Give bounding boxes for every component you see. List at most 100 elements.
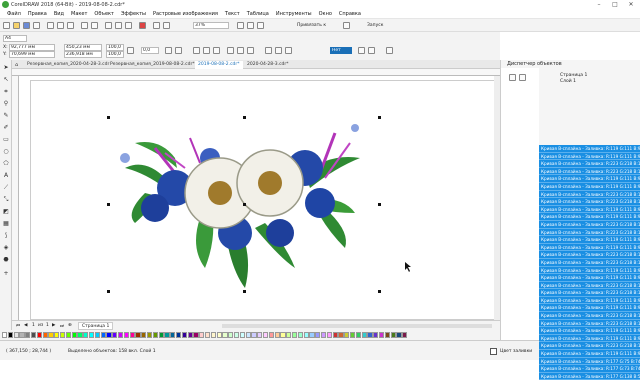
snap-to-dropdown[interactable]: Привязать к (297, 23, 326, 28)
menu-item-10[interactable]: Окно (319, 11, 332, 17)
bring-forward-icon[interactable] (358, 47, 365, 54)
tab-backup-2019-08-08-2[interactable]: Резервная_копия_2019-08-08-2.cdr* (107, 61, 198, 69)
page-tab-1[interactable]: Страница 1 (78, 322, 114, 330)
text-tool-icon[interactable]: A (2, 172, 10, 180)
publish-pdf-icon[interactable] (139, 22, 146, 29)
color-swatch[interactable] (384, 332, 390, 338)
color-swatch[interactable] (147, 332, 153, 338)
object-list-item[interactable]: Кривая В-сплайна - Заливка: R:119 G:111 … (539, 304, 640, 313)
color-swatch[interactable] (94, 332, 100, 338)
color-swatch[interactable] (210, 332, 216, 338)
connector-tool-icon[interactable]: ⤡ (2, 196, 10, 204)
color-swatch[interactable] (234, 332, 240, 338)
horizontal-scrollbar[interactable] (222, 324, 492, 328)
selection-handle-br[interactable] (378, 290, 381, 293)
selection-center-x[interactable] (243, 203, 246, 206)
color-swatch[interactable] (303, 332, 309, 338)
menu-item-1[interactable]: Правка (28, 11, 47, 17)
object-list-item[interactable]: Кривая В-сплайна - Заливка: R:119 G:111 … (539, 236, 640, 244)
color-swatch[interactable] (402, 332, 408, 338)
object-list-item[interactable]: Кривая В-сплайна - Заливка: R:223 G:218 … (539, 281, 640, 290)
color-swatch[interactable] (361, 332, 367, 338)
object-list-item[interactable]: Кривая В-сплайна - Заливка: R:119 G:111 … (539, 350, 640, 358)
tab-2020-04-28-3[interactable]: 2020-04-28-3.cdr* (244, 61, 292, 69)
intersect-icon[interactable] (247, 47, 254, 54)
color-swatch[interactable] (112, 332, 118, 338)
object-list-item[interactable]: Кривая В-сплайна - Заливка: R:177 G:73 B… (539, 365, 640, 373)
prev-page-icon[interactable]: ◀ (24, 323, 27, 328)
selection-handle-ml[interactable] (107, 203, 110, 206)
color-swatch[interactable] (164, 332, 170, 338)
group-icon[interactable] (193, 47, 200, 54)
layer-node[interactable]: Слой 1 (560, 79, 576, 84)
object-list-item[interactable]: Кривая В-сплайна - Заливка: R:119 G:111 … (539, 334, 640, 343)
zoom-tool-icon[interactable]: ⚲ (2, 100, 10, 108)
next-page-icon[interactable]: ▶ (52, 323, 55, 328)
shadow-tool-icon[interactable]: ◩ (2, 208, 10, 216)
color-swatch[interactable] (48, 332, 54, 338)
selection-handle-tl[interactable] (107, 116, 110, 119)
color-swatch[interactable] (60, 332, 66, 338)
add-page-icon[interactable]: ⊕ (68, 323, 72, 328)
artistic-media-tool-icon[interactable]: ✐ (2, 124, 10, 132)
rectangle-tool-icon[interactable]: ▭ (2, 136, 10, 144)
color-swatch[interactable] (350, 332, 356, 338)
object-list-item[interactable]: Кривая В-сплайна - Заливка: R:223 G:218 … (539, 289, 640, 297)
color-swatch[interactable] (158, 332, 164, 338)
object-list-item[interactable]: Кривая В-сплайна - Заливка: R:223 G:218 … (539, 190, 640, 199)
object-list-item[interactable]: Кривая В-сплайна - Заливка: R:119 G:111 … (539, 145, 640, 153)
add-tool-icon[interactable]: + (2, 270, 10, 278)
shape-tool-icon[interactable]: ↖ (2, 76, 10, 84)
new-document-icon[interactable] (3, 22, 10, 29)
export-icon[interactable] (125, 22, 132, 29)
order-back-icon[interactable] (285, 47, 292, 54)
object-list-item[interactable]: Кривая В-сплайна - Заливка: R:119 G:111 … (539, 266, 640, 275)
zoom-select[interactable]: 37% (193, 22, 229, 29)
save-icon[interactable] (23, 22, 30, 29)
color-swatch[interactable] (344, 332, 350, 338)
color-swatch[interactable] (129, 332, 135, 338)
y-position-field[interactable]: 70,699 мм (9, 51, 55, 58)
transparency-tool-icon[interactable]: ▦ (2, 220, 10, 228)
grid-icon[interactable] (257, 22, 264, 29)
outline-width-select[interactable]: Нет (330, 47, 352, 54)
color-swatch[interactable] (118, 332, 124, 338)
color-swatch[interactable] (355, 332, 361, 338)
object-list-item[interactable]: Кривая В-сплайна - Заливка: R:119 G:111 … (539, 243, 640, 252)
color-swatch[interactable] (390, 332, 396, 338)
last-page-icon[interactable]: ⏭ (60, 323, 64, 329)
freehand-tool-icon[interactable]: ✎ (2, 112, 10, 120)
first-page-icon[interactable]: ⏮ (16, 323, 20, 329)
rotation-field[interactable]: 0,0 (141, 47, 159, 54)
color-swatch[interactable] (286, 332, 292, 338)
object-list-item[interactable]: Кривая В-сплайна - Заливка: R:119 G:111 … (539, 152, 640, 161)
color-swatch[interactable] (7, 332, 13, 338)
tab-backup-2020-04-28-3[interactable]: Резервная_копия_2020-04-28-3.cdr (24, 61, 112, 69)
color-swatch[interactable] (25, 332, 31, 338)
smart-fill-tool-icon[interactable]: ⬣ (2, 256, 10, 264)
menu-item-2[interactable]: Вид (54, 11, 64, 17)
maximize-icon[interactable]: □ (608, 0, 622, 9)
color-swatch[interactable] (13, 332, 19, 338)
order-front-icon[interactable] (275, 47, 282, 54)
color-swatch[interactable] (280, 332, 286, 338)
menu-item-9[interactable]: Инструменты (276, 11, 312, 17)
color-swatch[interactable] (257, 332, 263, 338)
object-list-item[interactable]: Кривая В-сплайна - Заливка: R:177 G:138 … (539, 372, 640, 380)
color-swatch[interactable] (65, 332, 71, 338)
color-swatch[interactable] (373, 332, 379, 338)
rulers-icon[interactable] (247, 22, 254, 29)
redo-icon[interactable] (91, 22, 98, 29)
object-list-item[interactable]: Кривая В-сплайна - Заливка: R:119 G:111 … (539, 205, 640, 214)
color-swatch[interactable] (367, 332, 373, 338)
scale-y-field[interactable]: 100,0 (106, 51, 124, 58)
menu-item-8[interactable]: Таблица (247, 11, 269, 17)
tab-2019-08-08-2[interactable]: 2019-08-08-2.cdr* (195, 61, 243, 69)
color-swatch[interactable] (338, 332, 344, 338)
color-swatch[interactable] (170, 332, 176, 338)
selection-handle-tm[interactable] (243, 116, 246, 119)
object-list-item[interactable]: Кривая В-сплайна - Заливка: R:223 G:218 … (539, 312, 640, 320)
mirror-horizontal-icon[interactable] (165, 47, 172, 54)
align-icon[interactable] (265, 47, 272, 54)
object-list-item[interactable]: Кривая В-сплайна - Заливка: R:223 G:218 … (539, 228, 640, 237)
